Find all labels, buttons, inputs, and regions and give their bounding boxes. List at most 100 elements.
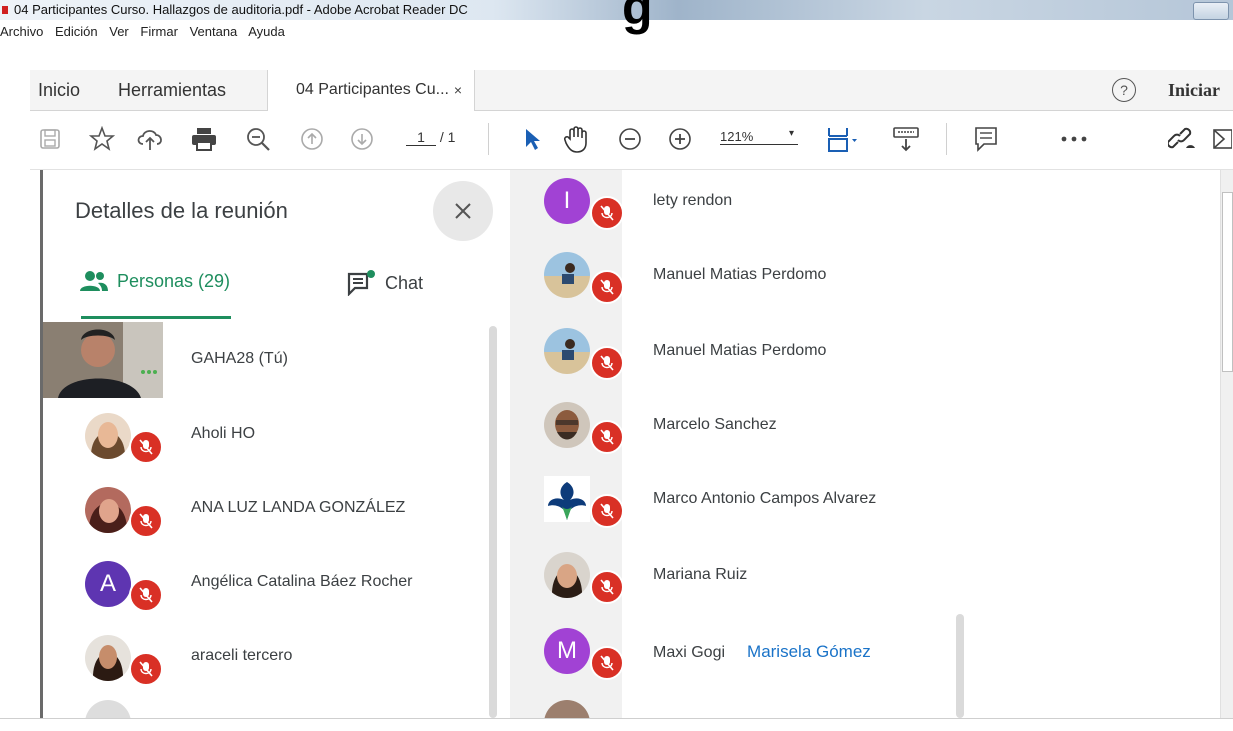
people-icon [80, 271, 108, 291]
chevron-down-icon: ▾ [788, 128, 794, 139]
participant-name: Angélica Catalina Báez Rocher [191, 573, 413, 590]
avatar [544, 252, 590, 298]
mic-off-icon [129, 504, 163, 538]
page-number-input[interactable]: 1 [406, 129, 436, 146]
zoom-in-icon[interactable] [664, 123, 696, 155]
avatar: I [544, 178, 590, 224]
hand-tool-icon[interactable] [560, 123, 592, 155]
participant-row[interactable]: Aholi HO [43, 402, 483, 472]
tab-chat[interactable]: Chat [347, 270, 423, 296]
avatar [85, 487, 131, 533]
list-scrollbar[interactable] [956, 614, 964, 718]
participant-list-continued: I lety rendon Manuel Matias Perdomo Manu… [510, 170, 1210, 718]
participant-name: Manuel Matias Perdomo [653, 266, 827, 283]
bottom-edge [0, 718, 1233, 731]
page-indicator: 1 / 1 [406, 129, 455, 146]
participant-name: Mariana Ruiz [653, 566, 748, 583]
active-tab-underline [81, 316, 231, 319]
avatar [544, 476, 590, 522]
participant-row[interactable]: I lety rendon [510, 170, 1110, 242]
tab-bar: Inicio Herramientas 04 Participantes Cu.… [30, 70, 1233, 111]
participant-name: GAHA28 (Tú) [191, 350, 288, 367]
avatar: M [544, 628, 590, 674]
menu-edicion[interactable]: Edición [55, 24, 98, 39]
participant-row[interactable]: A Angélica Catalina Báez Rocher [43, 550, 483, 620]
menu-archivo[interactable]: Archivo [0, 24, 43, 39]
mic-off-icon [590, 646, 624, 680]
panel-scrollbar[interactable] [489, 326, 497, 718]
participant-row[interactable]: M Maxi Gogi Marisela Gómez [510, 620, 1110, 692]
mic-off-icon [129, 652, 163, 686]
participant-name: Manuel Matias Perdomo [653, 342, 827, 359]
participant-row[interactable]: Mariana Ruiz [510, 544, 1110, 616]
tab-inicio[interactable]: Inicio [38, 70, 80, 110]
zoom-select[interactable]: 121% ▾ [720, 128, 798, 145]
fit-page-icon[interactable] [826, 123, 858, 155]
pointer-user-label: Marisela Gómez [747, 642, 871, 661]
participant-name: Marcelo Sanchez [653, 416, 777, 433]
avatar [544, 402, 590, 448]
scroll-mode-icon[interactable] [890, 123, 922, 155]
window-minimize-button[interactable] [1193, 2, 1229, 20]
avatar: A [85, 561, 131, 607]
self-video-thumbnail [43, 322, 163, 398]
more-tools-icon[interactable] [1058, 123, 1090, 155]
menu-bar: Archivo Edición Ver Firmar Ventana Ayuda [0, 22, 293, 42]
document-scrollbar-thumb[interactable] [1222, 192, 1233, 372]
close-icon [455, 203, 471, 219]
next-page-icon[interactable] [346, 123, 378, 155]
mic-off-icon [129, 430, 163, 464]
close-panel-button[interactable] [433, 181, 493, 241]
mic-off-icon [590, 420, 624, 454]
save-icon[interactable] [34, 123, 66, 155]
zoom-out-search-icon[interactable] [242, 123, 274, 155]
tab-personas-label: Personas (29) [117, 270, 231, 291]
previous-page-icon[interactable] [296, 123, 328, 155]
tab-personas[interactable]: Personas (29) [79, 270, 230, 292]
panel-title: Detalles de la reunión [75, 198, 288, 223]
participant-name: ANA LUZ LANDA GONZÁLEZ [191, 499, 406, 516]
menu-ventana[interactable]: Ventana [190, 24, 238, 39]
share-link-icon[interactable] [1166, 123, 1198, 155]
window-title: 04 Participantes Curso. Hallazgos de aud… [14, 2, 468, 17]
toolbar: 1 / 1 121% ▾ [30, 111, 1233, 170]
signin-button[interactable]: Iniciar [1168, 70, 1220, 110]
avatar [544, 328, 590, 374]
tab-herramientas[interactable]: Herramientas [118, 70, 226, 110]
mic-off-icon [590, 494, 624, 528]
menu-ver[interactable]: Ver [109, 24, 129, 39]
avatar [544, 552, 590, 598]
tab-document-label: 04 Participantes Cu... [296, 81, 449, 98]
participant-row[interactable]: Manuel Matias Perdomo [510, 244, 1110, 316]
mic-off-icon [590, 570, 624, 604]
menu-ayuda[interactable]: Ayuda [248, 24, 285, 39]
participant-row[interactable]: Marco Antonio Campos Alvarez [510, 468, 1110, 540]
participant-row[interactable]: ANA LUZ LANDA GONZÁLEZ [43, 476, 483, 546]
participant-row[interactable]: Marcelo Sanchez [510, 394, 1110, 466]
participant-row[interactable]: araceli tercero [43, 624, 483, 694]
zoom-out-icon[interactable] [614, 123, 646, 155]
toolbar-divider [488, 123, 489, 155]
bookmark-star-icon[interactable] [86, 123, 118, 155]
avatar [85, 413, 131, 459]
participant-name: Maxi Gogi Marisela Gómez [653, 642, 871, 662]
mic-off-icon [590, 270, 624, 304]
print-icon[interactable] [188, 123, 220, 155]
tab-document[interactable]: 04 Participantes Cu... × [267, 70, 475, 111]
overlay-glyph: g [622, 0, 653, 35]
mic-off-icon [590, 346, 624, 380]
participant-name: Marco Antonio Campos Alvarez [653, 490, 877, 507]
comment-icon[interactable] [970, 123, 1002, 155]
menu-firmar[interactable]: Firmar [140, 24, 178, 39]
participant-row[interactable]: Manuel Matias Perdomo [510, 320, 1110, 392]
mic-off-icon [129, 578, 163, 612]
participant-name-text: Maxi Gogi [653, 644, 726, 661]
participant-row[interactable]: GAHA28 (Tú) [43, 322, 483, 398]
meeting-details-panel: Detalles de la reunión Personas (29) Cha… [40, 170, 513, 718]
avatar [85, 635, 131, 681]
help-icon[interactable]: ? [1112, 78, 1136, 102]
upload-cloud-icon[interactable] [134, 123, 166, 155]
email-icon[interactable] [1206, 123, 1233, 155]
select-cursor-icon[interactable] [516, 123, 548, 155]
close-tab-icon[interactable]: × [454, 70, 462, 110]
